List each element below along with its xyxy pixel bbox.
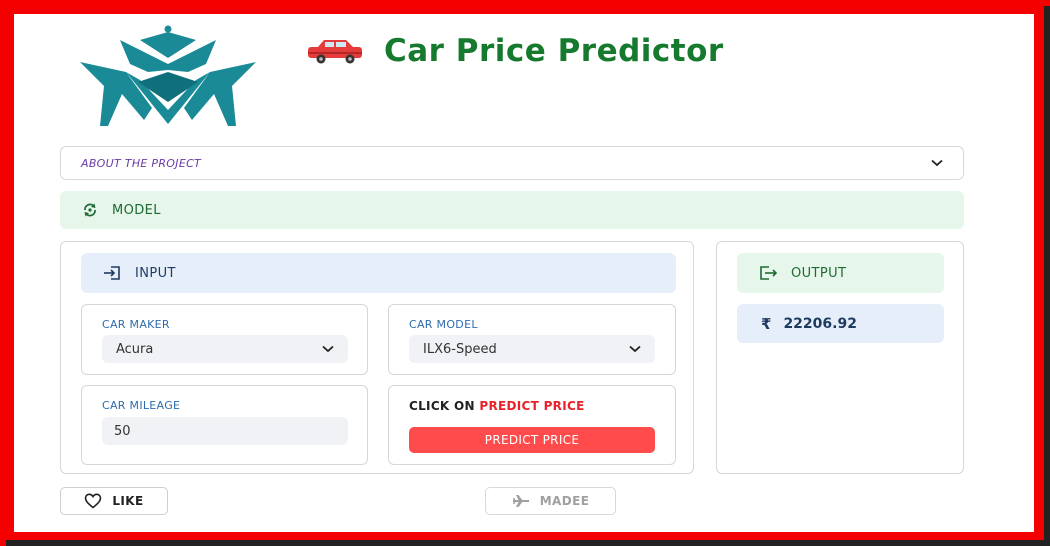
car-maker-label: CAR MAKER xyxy=(102,318,170,331)
madee-button[interactable]: MADEE xyxy=(485,487,616,515)
frame-shadow xyxy=(1044,6,1050,546)
frame-shadow xyxy=(6,540,1050,546)
input-section-label: INPUT xyxy=(135,265,176,281)
car-model-value: ILX6-Speed xyxy=(423,341,497,357)
sync-icon xyxy=(84,203,96,217)
car-mileage-card: CAR MILEAGE 50 xyxy=(81,385,368,465)
like-button[interactable]: LIKE xyxy=(60,487,168,515)
car-maker-card: CAR MAKER Acura xyxy=(81,304,368,375)
predict-caption-prefix: CLICK ON xyxy=(409,399,475,413)
chevron-down-icon xyxy=(629,345,641,353)
predict-caption: CLICK ON PREDICT PRICE xyxy=(409,399,585,413)
output-icon xyxy=(760,266,777,280)
output-panel: OUTPUT ₹ 22206.92 xyxy=(716,241,964,474)
model-section-header: MODEL xyxy=(60,191,964,229)
car-model-label: CAR MODEL xyxy=(409,318,478,331)
predicted-price-box: ₹ 22206.92 xyxy=(737,304,944,343)
output-section-header: OUTPUT xyxy=(737,253,944,293)
predicted-price-value: 22206.92 xyxy=(783,315,857,332)
expander-label: ABOUT THE PROJECT xyxy=(81,156,202,170)
airplane-icon xyxy=(512,495,529,507)
madee-label: MADEE xyxy=(539,494,590,508)
car-mileage-input[interactable]: 50 xyxy=(102,417,348,445)
about-project-expander[interactable]: ABOUT THE PROJECT xyxy=(60,146,964,180)
crown-m-logo xyxy=(80,25,256,126)
rupee-icon: ₹ xyxy=(761,314,772,333)
input-section-header: INPUT xyxy=(81,253,676,293)
page-title: Car Price Predictor xyxy=(306,28,724,74)
car-icon xyxy=(308,40,362,64)
like-label: LIKE xyxy=(112,494,144,508)
input-icon xyxy=(104,266,120,280)
predict-card: CLICK ON PREDICT PRICE PREDICT PRICE xyxy=(388,385,676,465)
heart-icon xyxy=(85,493,102,509)
app-title: Car Price Predictor xyxy=(384,33,724,69)
input-panel: INPUT CAR MAKER Acura CAR MODEL ILX6-Spe… xyxy=(60,241,694,474)
car-maker-select[interactable]: Acura xyxy=(102,335,348,363)
chevron-down-icon xyxy=(931,159,943,167)
chevron-down-icon xyxy=(322,345,334,353)
car-maker-value: Acura xyxy=(116,341,154,357)
model-section-label: MODEL xyxy=(112,202,161,218)
predict-price-button[interactable]: PREDICT PRICE xyxy=(409,427,655,453)
car-mileage-label: CAR MILEAGE xyxy=(102,399,181,412)
car-model-card: CAR MODEL ILX6-Speed xyxy=(388,304,676,375)
car-model-select[interactable]: ILX6-Speed xyxy=(409,335,655,363)
predict-caption-highlight: PREDICT PRICE xyxy=(479,399,585,413)
output-section-label: OUTPUT xyxy=(791,265,847,281)
